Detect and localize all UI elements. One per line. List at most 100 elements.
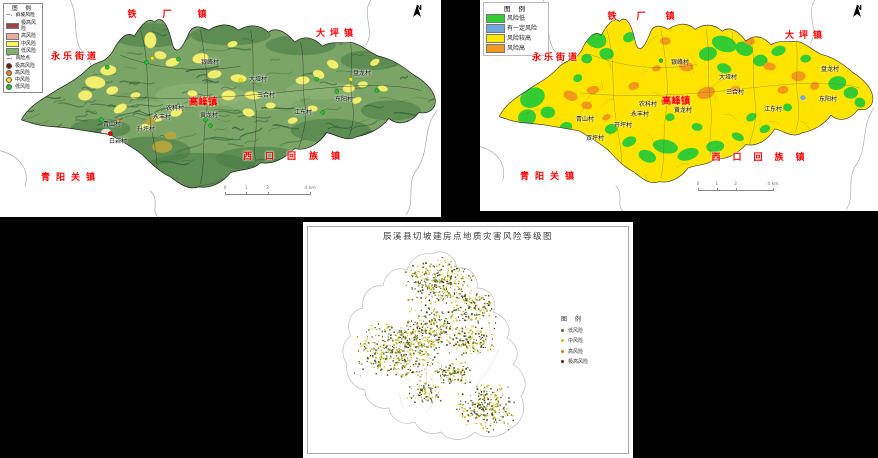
risk-swatch-icon (486, 14, 505, 23)
north-arrow-icon (852, 5, 862, 18)
risk-dot-icon (6, 70, 12, 76)
legend-item-label: 高风险 (568, 348, 583, 355)
scale-tick (717, 188, 718, 191)
legend-item-label: 极高风险 (21, 20, 40, 32)
legend-item-label: 中风险 (568, 337, 583, 344)
village-label: 黄龙村 (674, 105, 692, 114)
village-label: 永丰村 (153, 112, 171, 121)
town-label: 青阳关镇 (41, 170, 101, 183)
village-label: 永丰村 (631, 109, 649, 118)
village-label: 江东村 (294, 107, 312, 116)
legend-item: 低风险 (6, 84, 40, 90)
legend-section-title: 二、风险点 (6, 56, 40, 62)
slope-risk-map-panel: 图 例一、斜坡风险极高风险高风险中风险低风险二、风险点极高风险高风险中风险低风险… (0, 0, 441, 217)
legend-item-label: 风险高 (507, 45, 525, 53)
village-label: 盘龙村 (821, 64, 839, 73)
legend-section-title: 一、斜坡风险 (6, 13, 40, 19)
legend-item: 高风险 (6, 33, 40, 40)
village-label: 黄龙村 (200, 110, 218, 119)
village-label: 大垭村 (719, 72, 737, 81)
village-label: 开坪村 (614, 120, 632, 129)
village-label: 江东村 (764, 104, 782, 113)
risk-dot-icon (561, 350, 564, 353)
legend-item: 低风险 (6, 48, 40, 55)
risk-dot-icon (6, 84, 12, 90)
map2-scale-bar: 0124 km (698, 184, 773, 194)
legend-item: 中风险 (6, 41, 40, 48)
legend-item: 风险低 (486, 14, 546, 23)
risk-dot-icon (561, 339, 564, 342)
village-label: 青山村 (103, 119, 121, 128)
map1-scale-bar: 0124 km (225, 188, 310, 198)
legend-item-label: 高风险 (15, 70, 30, 76)
zoning-risk-map-panel: 图 例风险低有一定风险风险较高风险高 N 0124 km 铁厂镇大坪镇永乐街道青… (480, 0, 878, 211)
village-label: 银峰村 (671, 57, 689, 66)
village-label: 升坪村 (137, 124, 155, 133)
scale-tick (310, 192, 311, 195)
town-label: 铁厂镇 (607, 9, 694, 22)
village-label: 农科村 (166, 103, 184, 112)
village-label: 白岩村 (109, 136, 127, 145)
risk-dot-icon (561, 329, 564, 332)
legend-item-label: 中风险 (21, 41, 36, 47)
scale-tick (698, 188, 699, 191)
town-label: 永乐街道 (51, 49, 99, 62)
legend-item: 有一定风险 (486, 24, 546, 33)
village-label: 东阳村 (335, 94, 353, 103)
map3-legend: 图 例低风险中风险高风险极高风险 (561, 314, 588, 369)
north-arrow-icon (412, 5, 422, 18)
village-label: 三合村 (257, 90, 275, 99)
village-label: 农科村 (639, 99, 657, 108)
legend-item-label: 风险较高 (507, 35, 531, 43)
north-arrow: N (412, 5, 426, 12)
scale-tick-label: 1 (245, 186, 248, 191)
town-label: 铁厂镇 (127, 7, 232, 20)
north-arrow: N (852, 5, 866, 12)
map2-legend: 图 例风险低有一定风险风险较高风险高 (483, 2, 549, 56)
village-label: 大垭村 (249, 74, 267, 83)
scale-tick (225, 192, 226, 195)
scale-tick-label: 1 (715, 182, 718, 187)
legend-item-label: 低风险 (21, 48, 36, 54)
scale-tick-label: 2 (734, 182, 737, 187)
legend-item: 低风险 (561, 327, 588, 334)
scale-tick-label: 4 km (304, 186, 315, 191)
risk-dot-icon (6, 77, 12, 83)
village-label: 青山村 (576, 114, 594, 123)
legend-item: 极高风险 (561, 358, 588, 365)
legend-item-label: 有一定风险 (507, 25, 537, 33)
legend-item: 高风险 (561, 348, 588, 355)
legend-item-label: 极高风险 (568, 358, 588, 365)
scale-tick (268, 192, 269, 195)
slope-risk-map-graphic (0, 0, 441, 217)
risk-swatch-icon (6, 41, 19, 48)
legend-item-label: 低风险 (568, 327, 583, 334)
risk-swatch-icon (6, 33, 19, 40)
village-label: 三合村 (726, 87, 744, 96)
risk-swatch-icon (486, 24, 505, 33)
legend-title: 图 例 (561, 314, 588, 323)
legend-item: 极高风险 (6, 63, 40, 69)
legend-item-label: 低风险 (15, 84, 30, 90)
risk-swatch-icon (486, 34, 505, 43)
risk-swatch-icon (6, 23, 19, 30)
map3-title: 辰溪县切坡建房点地质灾害风险等级图 (383, 230, 553, 242)
legend-item-label: 极高风险 (15, 63, 35, 69)
town-label: 大坪镇 (316, 26, 358, 39)
scale-tick-label: 4 km (767, 182, 778, 187)
town-label: 西口回族镇 (711, 150, 816, 163)
town-label: 大坪镇 (785, 28, 827, 41)
legend-item: 极高风险 (6, 20, 40, 32)
legend-item: 中风险 (561, 337, 588, 344)
legend-item: 风险较高 (486, 34, 546, 43)
legend-item-label: 高风险 (21, 33, 36, 39)
legend-title: 图 例 (6, 6, 40, 12)
composite-risk-maps-image: 图 例一、斜坡风险极高风险高风险中风险低风险二、风险点极高风险高风险中风险低风险… (0, 0, 878, 458)
scale-tick-label: 2 (266, 186, 269, 191)
legend-title: 图 例 (486, 5, 546, 13)
scale-tick (736, 188, 737, 191)
scale-tick (773, 188, 774, 191)
scale-tick (246, 192, 247, 195)
village-label: 东阳村 (819, 94, 837, 103)
risk-swatch-icon (486, 44, 505, 53)
